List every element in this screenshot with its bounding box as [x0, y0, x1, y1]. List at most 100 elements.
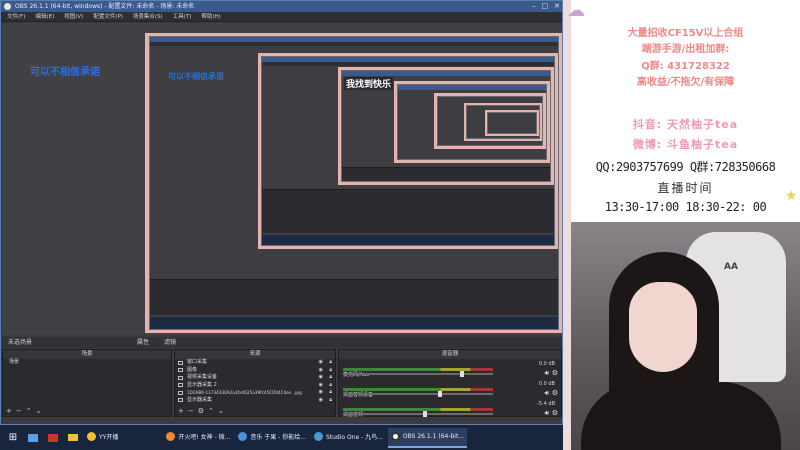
volume-knob[interactable] — [437, 391, 442, 397]
speaker-icon[interactable]: 🔊︎ — [545, 389, 549, 398]
menu-help[interactable]: 帮助(H) — [201, 12, 220, 21]
task-obs[interactable]: OBS 26.1.1 (64-bit... — [387, 427, 468, 448]
task-music[interactable]: 音乐 于果 - 你能给... — [235, 428, 309, 448]
no-scene-label: 未选场景 — [8, 339, 33, 346]
obs-menubar: 文件(F) 编辑(E) 视图(V) 配置文件(P) 场景集合(S) 工具(T) … — [1, 12, 562, 22]
nested-obs-4 — [397, 84, 547, 160]
window-title: OBS 26.1.1 (64-bit, windows) - 配置文件: 未命名… — [15, 3, 195, 10]
gear-icon[interactable]: ⚙ — [552, 369, 558, 377]
eye-icon[interactable]: ◉ — [319, 374, 323, 382]
lock-icon[interactable]: 🔒︎ — [329, 389, 332, 397]
scene-status-row: 未选场景 属性 滤镜 — [2, 337, 562, 348]
speaker-icon[interactable]: 🔊︎ — [545, 409, 549, 418]
task-yy[interactable]: YY开播 — [84, 428, 121, 448]
eye-icon[interactable]: ◉ — [319, 382, 323, 390]
source-item[interactable]: 显示器采集 2 ◉ 🔒︎ — [175, 382, 335, 390]
remove-source-icon[interactable]: − — [188, 407, 194, 415]
menu-view[interactable]: 视图(V) — [64, 12, 83, 21]
source-item[interactable]: 1D2AB0-11734330A2a3fa4625a39fc45CD04C4ex… — [175, 389, 335, 397]
obs-titlebar[interactable]: OBS 26.1.1 (64-bit, windows) - 配置文件: 未命名… — [1, 1, 562, 12]
task-studio-one[interactable]: Studio One - 九鸟... — [311, 428, 386, 448]
source-item[interactable]: 窗口采集 ◉ 🔒︎ — [175, 359, 335, 367]
move-down-icon[interactable]: ⌄ — [36, 407, 42, 415]
monitor-icon — [178, 383, 183, 387]
volume-slider[interactable] — [343, 413, 493, 415]
move-down-icon[interactable]: ⌄ — [218, 407, 224, 415]
channel-db: 0.0 dB — [538, 381, 555, 387]
eye-icon[interactable]: ◉ — [319, 359, 323, 367]
source-item[interactable]: 显示器采集 ◉ 🔒︎ — [175, 397, 335, 405]
lock-icon[interactable]: 🔒︎ — [329, 374, 332, 382]
studio-one-icon — [313, 432, 323, 441]
camera-icon — [178, 375, 183, 380]
obs-preview[interactable]: 可以不相信承诺 可以不相信承诺 我找到快乐 — [2, 23, 562, 335]
monitor-icon — [178, 398, 183, 402]
sources-header: 来源 — [175, 350, 335, 359]
speaker-icon[interactable]: 🔊︎ — [545, 369, 549, 378]
volume-knob[interactable] — [459, 371, 464, 377]
douyin-handle: 抖音: 天然柚子tea — [632, 118, 739, 131]
mixer-channel: 桌面音频设备 0.0 dB 🔊︎ ⚙ — [339, 379, 561, 399]
menu-profile[interactable]: 配置文件(P) — [93, 12, 123, 21]
live-time-value: 13:30-17:00 18:30-22: 00 — [604, 200, 767, 214]
properties-button[interactable]: 属性 — [137, 337, 149, 348]
lock-icon[interactable]: 🔒︎ — [329, 359, 332, 367]
recruit-line: 端游手游/出租加群: — [641, 44, 730, 55]
gear-icon[interactable]: ⚙ — [552, 389, 558, 397]
maximize-icon[interactable]: □ — [542, 1, 549, 12]
minimize-icon[interactable]: – — [532, 1, 536, 12]
folder-icon[interactable] — [64, 429, 82, 447]
task-browser[interactable]: 开火吧! 女神 - 微... — [163, 428, 233, 448]
add-source-icon[interactable]: + — [178, 407, 184, 415]
nested-obs-3: 我找到快乐 — [341, 70, 551, 182]
contact-qq: QQ:2903757699 Q群:728350668 — [595, 160, 776, 174]
browser-icon[interactable] — [24, 429, 42, 447]
move-up-icon[interactable]: ⌃ — [208, 407, 214, 415]
gear-icon[interactable]: ⚙ — [552, 409, 558, 417]
sources-dock: 来源 窗口采集 ◉ 🔒︎ 图像 ◉ 🔒︎ 视频采集设备 ◉ 🔒︎ 显示器采集 2 ◉ 🔒︎ 1D… — [174, 349, 336, 417]
windows-taskbar: ⊞ YY开播 开火吧! 女神 - 微... 音乐 于果 - 你能给... Stu… — [0, 425, 563, 450]
add-scene-icon[interactable]: + — [6, 407, 12, 415]
windows-start-icon[interactable]: ⊞ — [4, 429, 22, 447]
lock-icon[interactable]: 🔒︎ — [329, 397, 332, 405]
channel-db: 0.0 dB — [538, 361, 555, 367]
scenes-header: 场景 — [3, 350, 171, 359]
gear-icon[interactable]: ⚙ — [198, 407, 204, 415]
scenes-dock: 场景 场景 + − ⌃ ⌄ — [2, 349, 172, 417]
obs-icon — [390, 432, 400, 441]
eye-icon[interactable]: ◉ — [319, 397, 323, 405]
menu-tools[interactable]: 工具(T) — [173, 12, 192, 21]
stream-info-card: ☁ ★ 大量招收CF15V以上合组 端游手游/出租加群: Q群: 4317283… — [567, 0, 800, 222]
obs-app-icon — [4, 3, 11, 10]
scene-item[interactable]: 场景 — [3, 359, 171, 367]
source-item[interactable]: 视频采集设备 ◉ 🔒︎ — [175, 374, 335, 382]
volume-knob[interactable] — [423, 411, 428, 417]
weibo-handle: 微博: 斗鱼柚子tea — [632, 138, 739, 151]
frame-border — [563, 0, 571, 450]
menu-scene-collection[interactable]: 场景集合(S) — [133, 12, 163, 21]
filters-button[interactable]: 滤镜 — [164, 337, 176, 348]
window-icon — [178, 360, 183, 365]
eye-icon[interactable]: ◉ — [319, 367, 323, 375]
lock-icon[interactable]: 🔒︎ — [329, 367, 332, 375]
move-up-icon[interactable]: ⌃ — [26, 407, 32, 415]
volume-slider[interactable] — [343, 373, 493, 375]
nested-center-text: 我找到快乐 — [344, 77, 394, 90]
firefox-icon — [166, 432, 176, 441]
recruit-line: 高收益/不拖欠/有保障 — [636, 77, 735, 88]
menu-edit[interactable]: 编辑(E) — [35, 12, 54, 21]
source-item[interactable]: 图像 ◉ 🔒︎ — [175, 367, 335, 375]
yy-icon — [87, 432, 96, 441]
menu-file[interactable]: 文件(F) — [7, 12, 25, 21]
stream-screen: OBS 26.1.1 (64-bit, windows) - 配置文件: 未命名… — [0, 0, 800, 450]
remove-scene-icon[interactable]: − — [16, 407, 22, 415]
close-icon[interactable]: ✕ — [554, 1, 560, 12]
volume-meter — [343, 408, 493, 411]
app-icon[interactable] — [44, 429, 62, 447]
volume-slider[interactable] — [343, 393, 493, 395]
chair-logo: AA — [724, 262, 738, 272]
image-icon — [178, 368, 183, 372]
eye-icon[interactable]: ◉ — [319, 389, 323, 397]
music-icon — [238, 432, 248, 441]
lock-icon[interactable]: 🔒︎ — [329, 382, 332, 390]
